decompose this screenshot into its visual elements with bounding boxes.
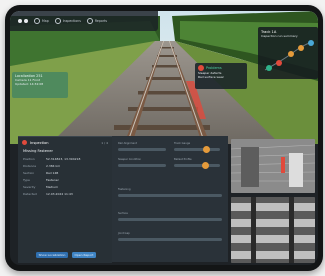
nav-label: Reports — [94, 19, 108, 23]
document-icon — [86, 18, 93, 24]
slider-knob[interactable] — [201, 162, 209, 169]
nav-label: Inspections — [62, 19, 81, 23]
open-report-button[interactable]: Open Report — [72, 252, 96, 258]
map-icon — [34, 18, 40, 24]
slider-label: Joint Gap — [118, 232, 130, 235]
detail-row: Position 52.314823, 13.394218 — [23, 157, 81, 161]
problems-overlay[interactable]: Problems Sleeper defects Rail surface we… — [195, 63, 247, 89]
defect-title: Missing Fastener — [23, 149, 53, 153]
detail-row: Distance 2.384 km — [23, 164, 61, 168]
nav-item-reports[interactable]: Reports — [86, 18, 108, 24]
parameters-panel: Rail Alignment Track Gauge Sleeper Conditi… — [112, 136, 228, 262]
slider-track[interactable] — [118, 238, 222, 241]
slider-label: Sleeper Condition — [118, 158, 142, 161]
slider-label: Surface — [118, 212, 128, 215]
slider-track[interactable] — [174, 164, 220, 167]
slider-label: Ballast Profile — [174, 158, 192, 161]
route-marker[interactable] — [276, 60, 282, 66]
show-localization-button[interactable]: Show Localization — [36, 252, 68, 258]
nav-item-map[interactable]: Map — [34, 18, 49, 24]
slider-track[interactable] — [118, 218, 222, 221]
detail-row: Detected 12.03.2024 11:43 — [23, 192, 73, 196]
detail-row: Type Fastener — [23, 178, 59, 182]
overlay-line: Updated: 14:32:08 — [15, 82, 44, 86]
tablet-frame: Map Inspections Reports Localization 251… — [5, 5, 323, 271]
localization-overlay[interactable]: Localization 251 Camera 11 Front Updated… — [12, 72, 68, 98]
screen: Map Inspections Reports Localization 251… — [10, 11, 318, 265]
track-route-map — [264, 40, 314, 71]
slider-label: Rail Alignment — [118, 142, 137, 145]
slider-knob[interactable] — [202, 146, 210, 153]
slider-track[interactable] — [118, 148, 166, 151]
alert-icon — [22, 140, 27, 145]
slider-track[interactable] — [118, 194, 222, 197]
detail-row: Section Rail 14B — [23, 171, 59, 175]
route-marker[interactable] — [266, 65, 272, 71]
slider-label: Track Gauge — [174, 142, 191, 145]
nav-label: Map — [42, 19, 49, 23]
slider-track[interactable] — [118, 164, 166, 167]
slider-label: Fastening — [118, 188, 131, 191]
route-marker[interactable] — [308, 40, 314, 46]
overlay-title: Problems — [206, 66, 222, 70]
app-logo — [18, 19, 28, 23]
track-topdown-image[interactable] — [231, 197, 315, 263]
slider-track[interactable] — [174, 148, 220, 151]
detail-row: Severity Medium — [23, 185, 58, 189]
camera-icon — [54, 18, 61, 24]
track-map-panel[interactable]: Track 1A Inspection run summary — [258, 27, 318, 79]
nav-item-inspections[interactable]: Inspections — [54, 18, 81, 24]
panel-header: Inspection — [30, 140, 49, 145]
overlay-line: Rail surface wear — [198, 75, 224, 79]
top-navigation-bar: Map Inspections Reports — [10, 11, 158, 31]
page-indicator[interactable]: 1 / 4 — [101, 141, 108, 145]
route-marker[interactable] — [298, 45, 304, 51]
rail-closeup-image[interactable] — [231, 139, 315, 193]
inspection-panel: Inspection 1 / 4 Missing Fastener Positi… — [18, 136, 112, 263]
route-marker[interactable] — [288, 51, 294, 57]
